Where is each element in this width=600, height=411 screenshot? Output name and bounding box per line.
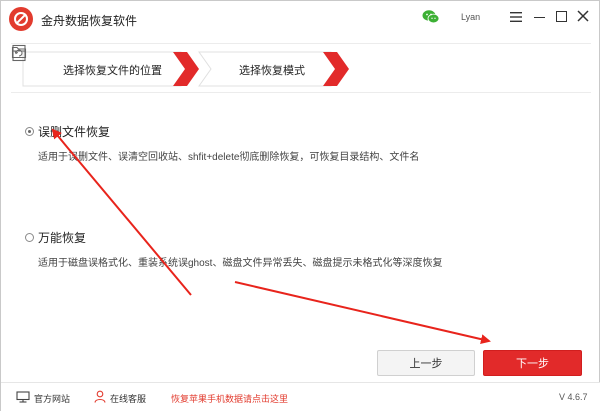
title-bar: 金舟数据恢复软件 Lyan [1,1,600,37]
next-step-button[interactable]: 下一步 [483,350,582,376]
online-service-link[interactable]: 在线客服 [110,392,146,405]
version-label: V 4.6.7 [559,392,588,402]
option-universal-description: 适用于磁盘误格式化、重装系统误ghost、磁盘文件异常丢失、磁盘提示未格式化等深… [38,258,443,269]
app-title: 金舟数据恢复软件 [41,14,138,28]
step-progress-bar: 选择恢复文件的位置 选择恢复模式 [11,43,591,93]
option-universal-title[interactable]: 万能恢复 [38,229,86,246]
option-deleted-file-title[interactable]: 误删文件恢复 [38,123,110,140]
option-deleted-file-radio[interactable] [25,127,34,136]
footer-bar: 官方网站 在线客服 恢复苹果手机数据请点击这里 V 4.6.7 [1,382,600,411]
app-window: 金舟数据恢复软件 Lyan 选择恢复文件的位置 选择恢复模式 误删文件恢复 适用… [0,0,600,411]
monitor-icon [16,391,30,403]
menu-icon[interactable] [510,12,522,22]
iphone-recovery-link[interactable]: 恢复苹果手机数据请点击这里 [171,392,288,405]
official-site-link[interactable]: 官方网站 [34,392,70,405]
maximize-icon[interactable] [556,11,567,22]
wechat-icon[interactable] [422,9,440,25]
user-name[interactable]: Lyan [461,12,480,22]
option-universal-radio[interactable] [25,233,34,242]
step-2-label: 选择恢复模式 [239,65,305,77]
app-logo-icon [9,7,33,31]
minimize-icon[interactable] [534,17,545,18]
restore-icon [12,44,26,62]
step-1-label: 选择恢复文件的位置 [63,65,162,77]
close-icon[interactable] [576,9,590,23]
arrow-to-next-button [234,281,491,345]
option-deleted-file-description: 适用于误删文件、误清空回收站、shfit+delete彻底删除恢复，可恢复目录结… [38,152,420,163]
customer-service-icon [94,390,106,403]
prev-step-button[interactable]: 上一步 [377,350,475,376]
